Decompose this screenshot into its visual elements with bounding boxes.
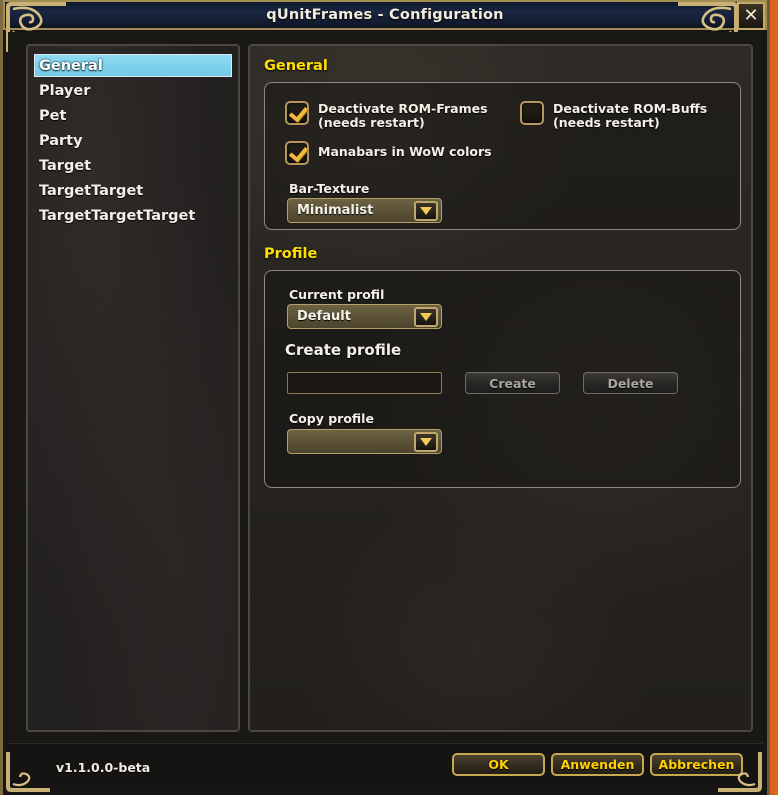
sidebar-item-label: TargetTargetTarget [39, 208, 196, 224]
delete-button[interactable]: Delete [583, 372, 678, 394]
sidebar-item-pet[interactable]: Pet [34, 104, 232, 127]
checkbox-row-deactivate-rom-buffs[interactable]: Deactivate ROM-Buffs (needs restart) [520, 101, 735, 130]
bar-texture-label: Bar-Texture [289, 181, 370, 196]
footer-bar: v1.1.0.0-beta OK Anwenden Abbrechen [8, 743, 763, 791]
profile-section-heading: Profile [264, 246, 318, 262]
apply-button[interactable]: Anwenden [551, 753, 644, 776]
checkbox-deactivate-rom-buffs[interactable] [520, 101, 544, 125]
sidebar-item-target[interactable]: Target [34, 154, 232, 177]
content-panel: General Deactivate ROM-Frames (needs res… [248, 44, 753, 732]
configuration-window: qUnitFrames - Configuration ✕ General Pl… [0, 0, 770, 795]
create-profile-input[interactable] [287, 372, 442, 394]
sidebar-item-player[interactable]: Player [34, 79, 232, 102]
chevron-down-icon[interactable] [414, 201, 438, 221]
checkbox-label: Deactivate ROM-Frames (needs restart) [318, 101, 488, 130]
current-profile-dropdown[interactable]: Default [287, 304, 442, 329]
checkbox-deactivate-rom-frames[interactable] [285, 101, 309, 125]
bar-texture-value: Minimalist [297, 203, 374, 218]
window-titlebar: qUnitFrames - Configuration [3, 0, 767, 30]
copy-profile-label: Copy profile [289, 411, 374, 426]
sidebar-item-label: General [39, 58, 103, 74]
cancel-button[interactable]: Abbrechen [650, 753, 743, 776]
window-title: qUnitFrames - Configuration [266, 7, 504, 23]
create-profile-label: Create profile [285, 341, 402, 359]
sidebar-item-targettargettarget[interactable]: TargetTargetTarget [34, 204, 232, 227]
create-button[interactable]: Create [465, 372, 560, 394]
bar-texture-dropdown[interactable]: Minimalist [287, 198, 442, 223]
current-profile-label: Current profil [289, 287, 385, 302]
sidebar-item-label: Target [39, 158, 92, 174]
checkbox-manabars-wow-colors[interactable] [285, 141, 309, 165]
sidebar-item-label: Party [39, 133, 83, 149]
checkbox-row-manabars-wow-colors[interactable]: Manabars in WoW colors [285, 141, 585, 165]
ok-button[interactable]: OK [452, 753, 545, 776]
copy-profile-dropdown[interactable] [287, 429, 442, 454]
checkbox-row-deactivate-rom-frames[interactable]: Deactivate ROM-Frames (needs restart) [285, 101, 500, 130]
chevron-down-icon[interactable] [414, 432, 438, 452]
profile-groupbox: Current profil Default Create profile Cr… [264, 270, 741, 488]
sidebar-item-general[interactable]: General [34, 54, 232, 77]
checkbox-label: Deactivate ROM-Buffs (needs restart) [553, 101, 708, 130]
version-label: v1.1.0.0-beta [56, 760, 151, 775]
chevron-down-icon[interactable] [414, 307, 438, 327]
sidebar-item-targettarget[interactable]: TargetTarget [34, 179, 232, 202]
general-section-heading: General [264, 58, 328, 74]
window-body: General Player Pet Party Target TargetTa… [8, 32, 763, 744]
sidebar-item-label: Pet [39, 108, 67, 124]
sidebar-item-party[interactable]: Party [34, 129, 232, 152]
close-icon[interactable]: ✕ [737, 2, 765, 30]
sidebar-item-label: TargetTarget [39, 183, 144, 199]
sidebar-list: General Player Pet Party Target TargetTa… [28, 46, 238, 227]
footer-button-row: OK Anwenden Abbrechen [452, 753, 743, 776]
sidebar-item-label: Player [39, 83, 91, 99]
general-groupbox: Deactivate ROM-Frames (needs restart) De… [264, 82, 741, 230]
sidebar: General Player Pet Party Target TargetTa… [26, 44, 240, 732]
current-profile-value: Default [297, 309, 351, 324]
checkbox-label: Manabars in WoW colors [318, 144, 492, 159]
